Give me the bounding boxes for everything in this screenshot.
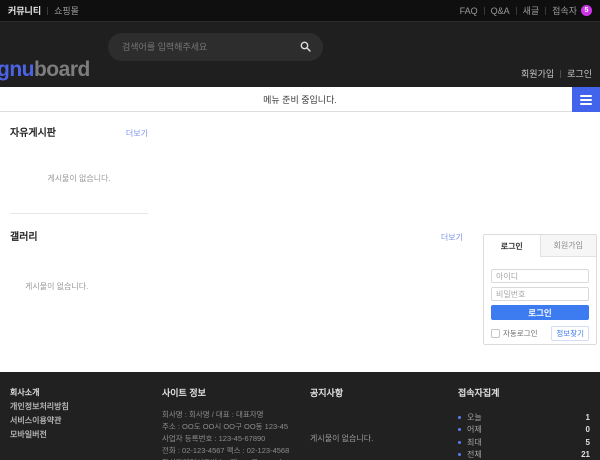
- footer-links: 회사소개 개인정보처리방침 서비스이용약관 모바일버전: [10, 386, 69, 442]
- visitor-row-label: 오늘: [467, 412, 586, 423]
- topbar-left-menu: 커뮤니티 쇼핑몰: [8, 4, 79, 17]
- logo-text-gnu: gnu: [0, 58, 34, 81]
- gallery-more-link[interactable]: 더보기: [441, 232, 463, 243]
- site-info-line: 사업자 등록번호 : 123-45-67890: [162, 433, 312, 445]
- login-box-tabs: 로그인 회원가입: [484, 235, 596, 257]
- auto-login-checkbox[interactable]: [491, 329, 500, 338]
- site-info-title: 사이트 정보: [162, 386, 312, 399]
- footer-terms-link[interactable]: 서비스이용약관: [10, 414, 69, 428]
- free-board-more-link[interactable]: 더보기: [126, 128, 148, 139]
- footer-visitor-stats: 접속자집계 오늘 1 어제 0 최대 5: [458, 386, 590, 460]
- login-box: 로그인 회원가입 로그인 자동로그인 정보찾기: [483, 234, 597, 345]
- gallery-title: 갤러리: [10, 228, 38, 243]
- latest-gallery-box: 갤러리 더보기 게시물이 없습니다.: [10, 228, 463, 292]
- footer-privacy-link[interactable]: 개인정보처리방침: [10, 400, 69, 414]
- bullet-icon: [458, 428, 461, 431]
- site-info-line: 회사명 : 회사명 / 대표 : 대표자명: [162, 409, 312, 421]
- visitor-row-label: 전체: [467, 449, 581, 460]
- free-board-empty-message: 게시물이 없습니다.: [10, 173, 148, 184]
- menu-placeholder-text: 메뉴 준비 중입니다.: [263, 93, 337, 106]
- visitor-row-value: 0: [586, 425, 590, 434]
- auto-login-option[interactable]: 자동로그인: [491, 328, 538, 339]
- login-link[interactable]: 로그인: [567, 67, 592, 80]
- bullet-icon: [458, 441, 461, 444]
- visitor-row-today: 오늘 1: [458, 411, 590, 424]
- main-content: 자유게시판 더보기 게시물이 없습니다. 로그인 회원가입 로그인 자동로그인: [0, 112, 600, 372]
- visitor-stats-title: 접속자집계: [458, 386, 590, 399]
- footer-site-info: 사이트 정보 회사명 : 회사명 / 대표 : 대표자명 주소 : OO도 OO…: [162, 386, 312, 460]
- visitor-row-value: 1: [586, 413, 590, 422]
- free-board-title: 자유게시판: [10, 124, 56, 139]
- tab-login[interactable]: 로그인: [484, 235, 540, 257]
- search-input[interactable]: [108, 42, 296, 52]
- visitor-count-badge: 5: [581, 5, 592, 16]
- page: 커뮤니티 쇼핑몰 FAQ Q&A 새글 접속자 5 gnuboard: [0, 0, 600, 460]
- bullet-icon: [458, 453, 461, 456]
- separator: [47, 7, 48, 15]
- free-board-header: 자유게시판 더보기: [10, 124, 148, 139]
- find-info-button[interactable]: 정보찾기: [551, 326, 589, 341]
- login-password-input[interactable]: [491, 287, 589, 301]
- site-logo[interactable]: gnuboard: [0, 58, 90, 82]
- visitor-row-yesterday: 어제 0: [458, 424, 590, 437]
- notice-empty-message: 게시물이 없습니다.: [310, 433, 440, 444]
- topbar-qna-link[interactable]: Q&A: [491, 6, 510, 16]
- logo-text-board: board: [34, 58, 90, 81]
- login-options-row: 자동로그인 정보찾기: [491, 326, 589, 341]
- topbar-right-menu: FAQ Q&A 새글 접속자 5: [460, 4, 592, 17]
- site-info-line: 주소 : OO도 OO시 OO구 OO동 123-45: [162, 421, 312, 433]
- visitor-stats-rows: 오늘 1 어제 0 최대 5 전체 21: [458, 411, 590, 460]
- login-form: 로그인 자동로그인 정보찾기: [484, 257, 596, 349]
- visitor-row-label: 최대: [467, 437, 586, 448]
- topbar: 커뮤니티 쇼핑몰 FAQ Q&A 새글 접속자 5: [0, 0, 600, 22]
- topbar-faq-link[interactable]: FAQ: [460, 6, 478, 16]
- topbar-newposts-link[interactable]: 새글: [523, 4, 540, 17]
- visitor-row-value: 21: [581, 450, 590, 459]
- auto-login-label: 자동로그인: [503, 328, 538, 339]
- footer-notice: 공지사항 게시물이 없습니다.: [310, 386, 440, 444]
- site-info-line: 전화 : 02-123-4567 팩스 : 02-123-4568: [162, 445, 312, 457]
- login-id-input[interactable]: [491, 269, 589, 283]
- main-menu-bar: 메뉴 준비 중입니다.: [0, 87, 600, 112]
- latest-free-board-box: 자유게시판 더보기 게시물이 없습니다.: [10, 124, 148, 214]
- separator: [560, 70, 561, 78]
- gallery-header: 갤러리 더보기: [10, 228, 463, 243]
- tab-register[interactable]: 회원가입: [540, 235, 597, 257]
- separator: [484, 7, 485, 15]
- search-button[interactable]: [296, 40, 323, 55]
- separator: [516, 7, 517, 15]
- bullet-icon: [458, 416, 461, 419]
- separator: [545, 7, 546, 15]
- login-submit-button[interactable]: 로그인: [491, 305, 589, 320]
- topbar-shop-link[interactable]: 쇼핑몰: [54, 4, 79, 17]
- site-info-lines: 회사명 : 회사명 / 대표 : 대표자명 주소 : OO도 OO시 OO구 O…: [162, 409, 312, 460]
- hamburger-menu-button[interactable]: [572, 87, 600, 112]
- footer-mobile-link[interactable]: 모바일버전: [10, 428, 69, 442]
- search-bar: [108, 33, 323, 61]
- footer: 회사소개 개인정보처리방침 서비스이용약관 모바일버전 사이트 정보 회사명 :…: [0, 372, 600, 460]
- header: gnuboard 회원가입 로그인: [0, 22, 600, 87]
- register-link[interactable]: 회원가입: [521, 67, 554, 80]
- visitor-row-max: 최대 5: [458, 436, 590, 449]
- header-member-links: 회원가입 로그인: [521, 67, 592, 80]
- visitor-row-value: 5: [586, 438, 590, 447]
- topbar-visitors-link[interactable]: 접속자: [552, 4, 577, 17]
- notice-title: 공지사항: [310, 386, 440, 399]
- search-icon: [300, 40, 311, 55]
- gallery-empty-message: 게시물이 없습니다.: [10, 281, 463, 292]
- visitor-row-total: 전체 21: [458, 449, 590, 460]
- footer-company-link[interactable]: 회사소개: [10, 386, 69, 400]
- visitor-row-label: 어제: [467, 424, 586, 435]
- topbar-community-link[interactable]: 커뮤니티: [8, 4, 41, 17]
